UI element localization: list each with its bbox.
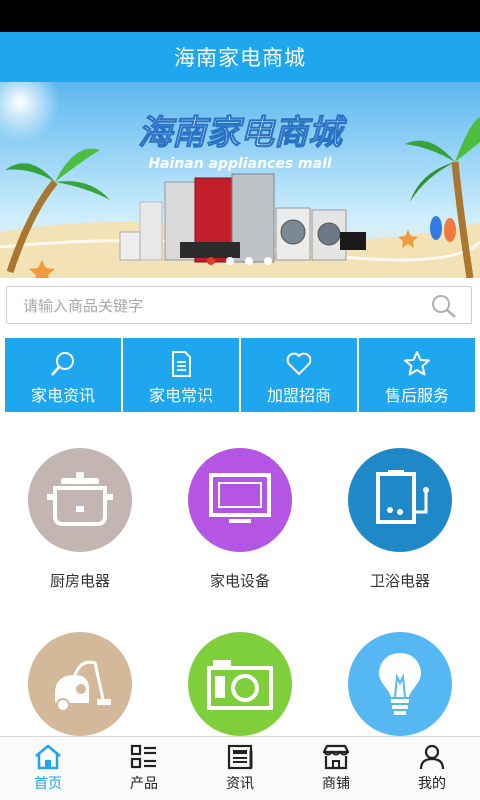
news-icon bbox=[227, 744, 253, 770]
carousel-dot[interactable] bbox=[226, 257, 234, 265]
banner-title: 海南家电商城 bbox=[138, 113, 347, 153]
home-icon bbox=[35, 744, 61, 770]
search-icon[interactable] bbox=[431, 294, 457, 318]
star-icon bbox=[404, 351, 430, 376]
grid-list-icon bbox=[130, 744, 156, 769]
heart-icon bbox=[286, 352, 312, 376]
tab-home[interactable]: 首页 bbox=[0, 737, 96, 800]
camera-icon bbox=[188, 632, 292, 736]
flip-flop-icon bbox=[430, 216, 442, 240]
water-heater-icon bbox=[348, 448, 452, 552]
page-title: 海南家电商城 bbox=[174, 46, 306, 70]
tab-products[interactable]: 产品 bbox=[96, 737, 192, 800]
search-icon bbox=[51, 352, 74, 376]
document-icon bbox=[172, 351, 191, 377]
tab-news[interactable]: 资讯 bbox=[192, 737, 288, 800]
category-label: 卫浴电器 bbox=[369, 572, 430, 590]
monitor-icon bbox=[188, 448, 292, 552]
tab-shops[interactable]: 商铺 bbox=[288, 737, 384, 800]
banner-subtitle: Hainan appliances mall bbox=[148, 156, 332, 172]
search-placeholder: 请输入商品关键字 bbox=[23, 297, 144, 315]
vacuum-cleaner-icon bbox=[28, 632, 132, 736]
quick-link-label: 售后服务 bbox=[384, 386, 449, 405]
quick-link-after-sales[interactable]: 售后服务 bbox=[359, 338, 475, 412]
app-header: 海南家电商城 bbox=[0, 32, 480, 82]
carousel-dot[interactable] bbox=[207, 257, 215, 265]
category-kitchen[interactable]: 厨房电器 bbox=[0, 448, 160, 591]
carousel-dot[interactable] bbox=[264, 257, 272, 265]
tab-label: 商铺 bbox=[322, 776, 350, 792]
tab-label: 资讯 bbox=[226, 776, 254, 792]
search-input[interactable]: 请输入商品关键字 bbox=[6, 286, 472, 324]
tab-profile[interactable]: 我的 bbox=[384, 737, 480, 800]
category-bathroom[interactable]: 卫浴电器 bbox=[320, 448, 480, 591]
tab-label: 我的 bbox=[418, 776, 446, 792]
category-label: 家电设备 bbox=[209, 572, 270, 590]
quick-link-knowledge[interactable]: 家电常识 bbox=[123, 338, 239, 412]
rice-cooker-icon bbox=[28, 448, 132, 552]
quick-link-label: 加盟招商 bbox=[266, 386, 331, 405]
quick-link-news[interactable]: 家电资讯 bbox=[5, 338, 121, 412]
tab-label: 产品 bbox=[130, 776, 158, 792]
carousel-dot[interactable] bbox=[245, 257, 253, 265]
quick-link-label: 家电资讯 bbox=[30, 386, 95, 405]
category-appliances[interactable]: 家电设备 bbox=[160, 448, 320, 591]
quick-link-franchise[interactable]: 加盟招商 bbox=[241, 338, 357, 412]
light-bulb-icon bbox=[348, 632, 452, 736]
shop-icon bbox=[322, 744, 350, 770]
quick-links: 家电资讯 家电常识 加盟招商 售后服务 bbox=[5, 338, 475, 412]
banner-carousel[interactable]: 海南家电商城 Hainan appliances mall bbox=[0, 82, 480, 278]
tab-label: 首页 bbox=[34, 776, 62, 792]
status-bar bbox=[0, 0, 480, 32]
category-label: 厨房电器 bbox=[49, 572, 110, 590]
user-icon bbox=[419, 744, 445, 770]
quick-link-label: 家电常识 bbox=[148, 386, 213, 405]
bottom-tab-bar: 首页 产品 资讯 商铺 我的 bbox=[0, 736, 480, 800]
